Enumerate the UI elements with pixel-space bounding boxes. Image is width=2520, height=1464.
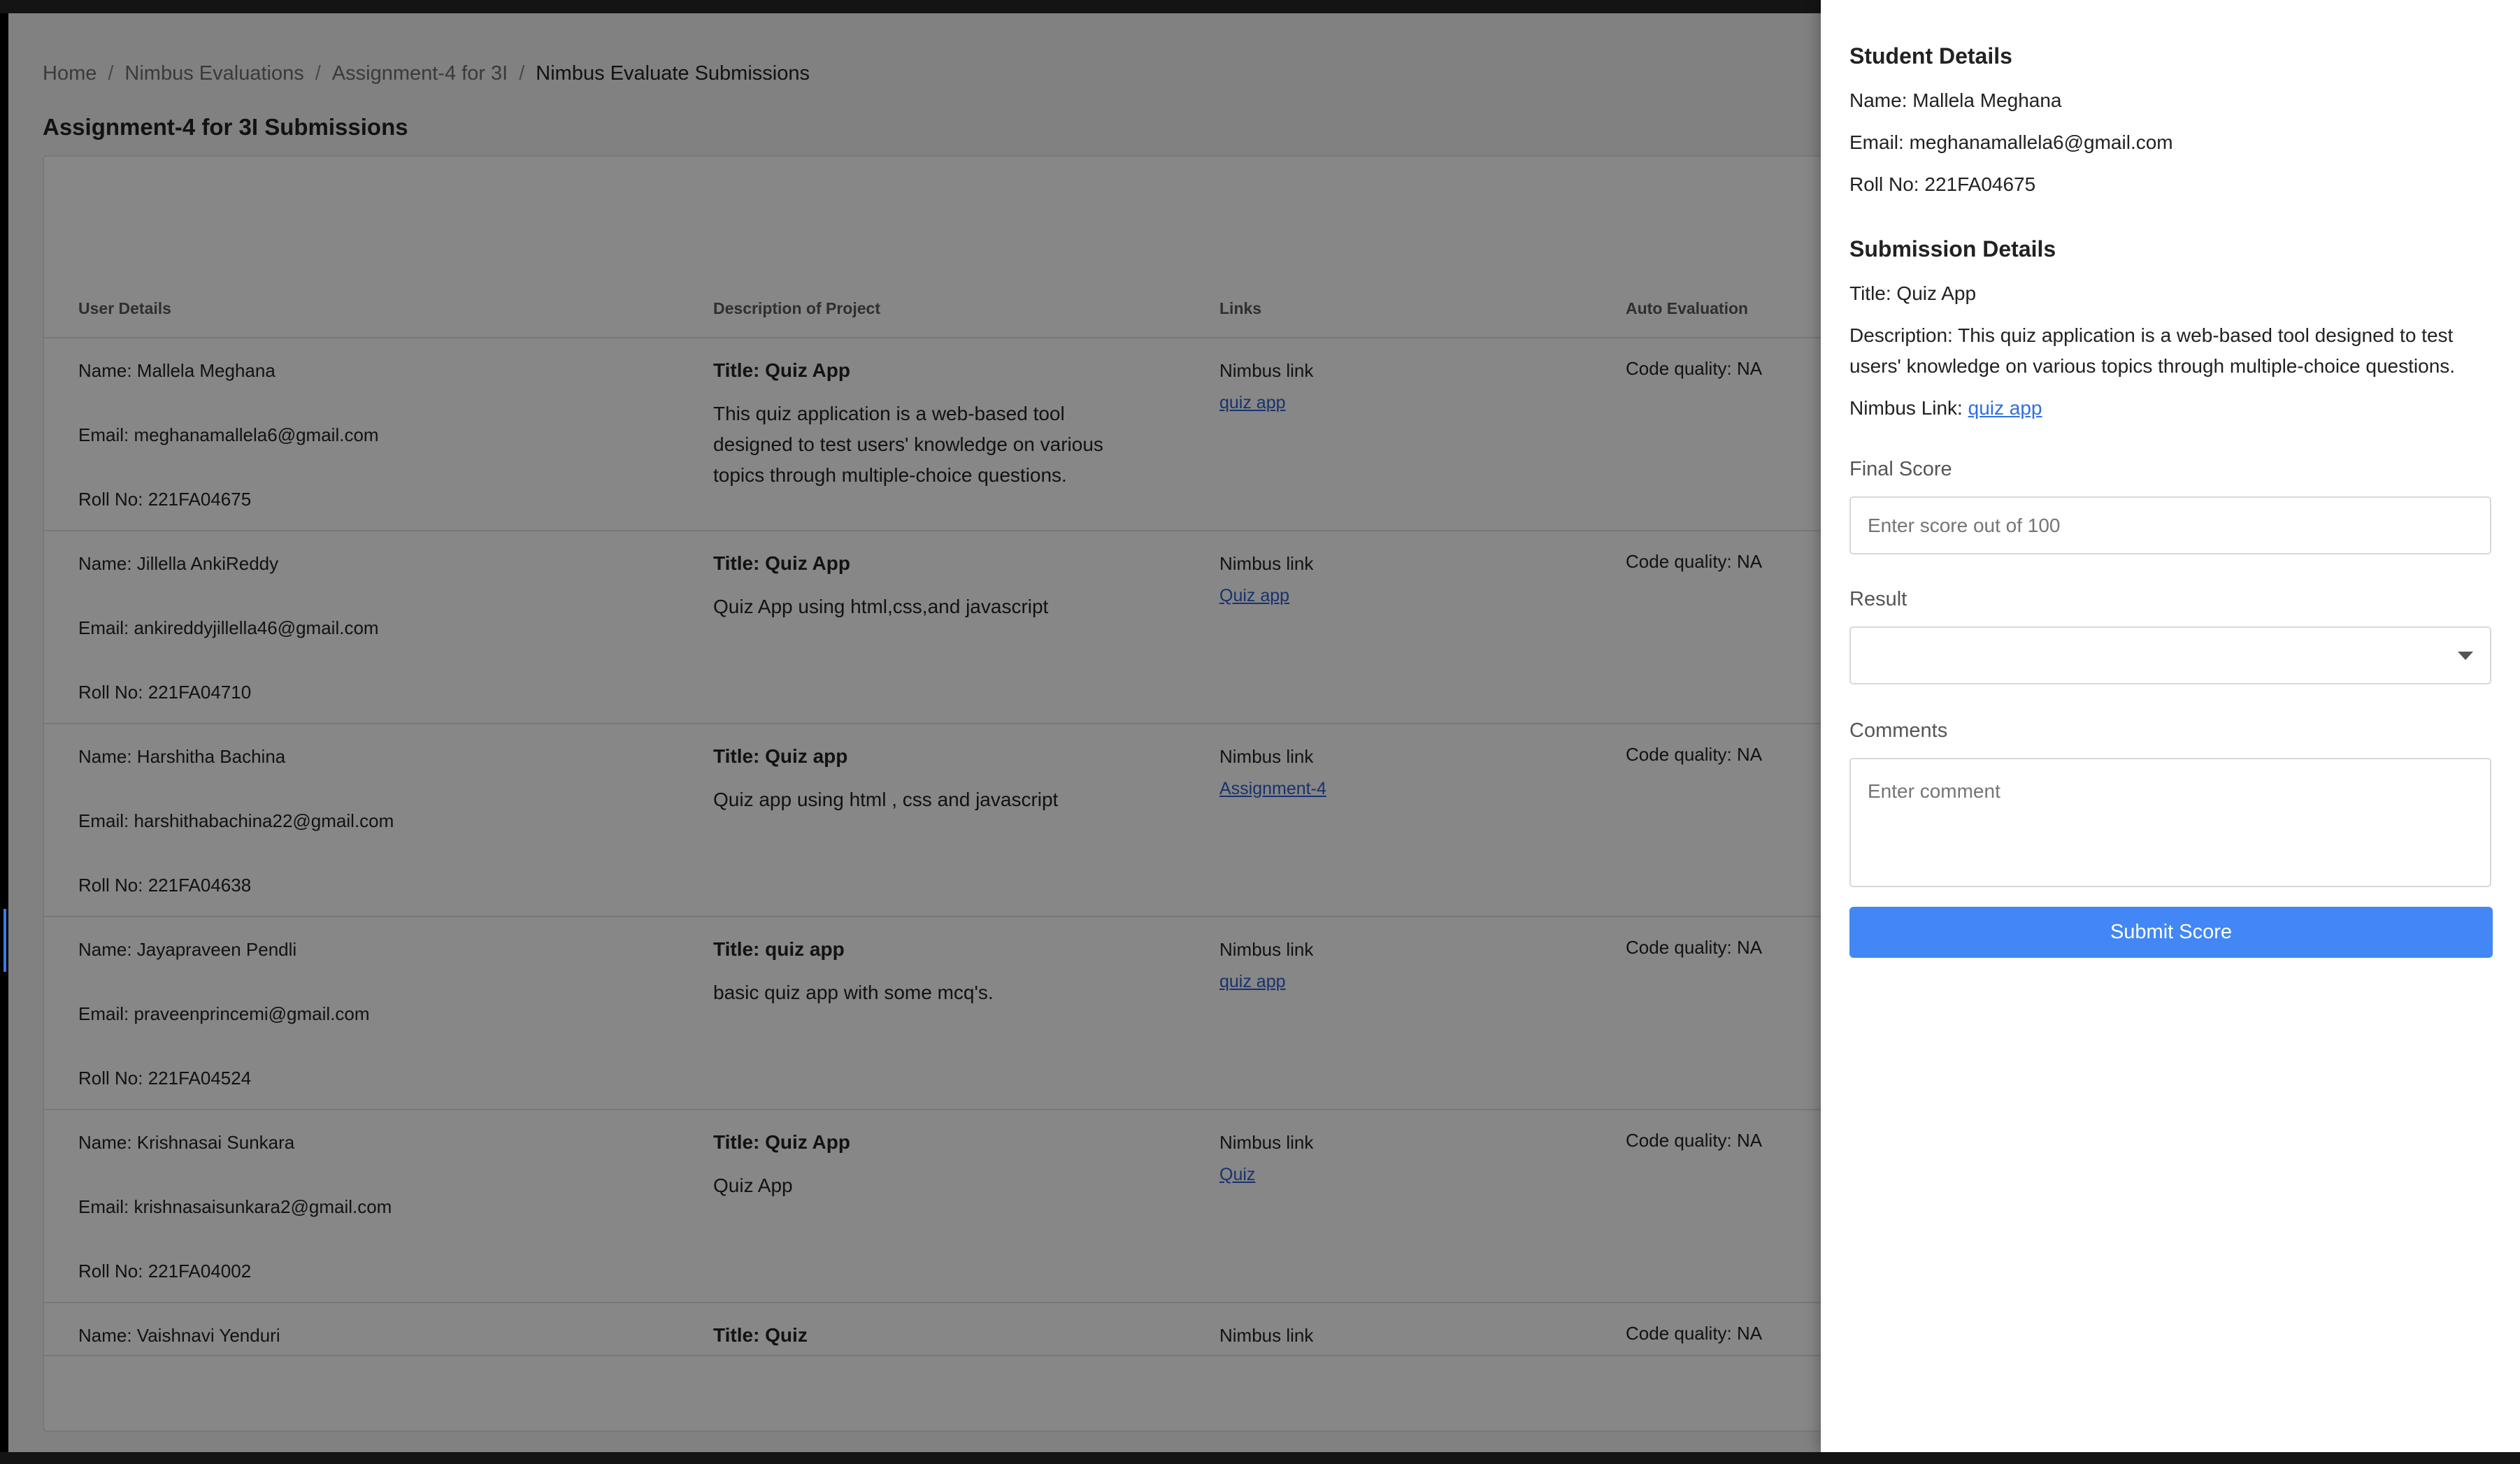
result-select[interactable] xyxy=(1849,626,2491,684)
final-score-label: Final Score xyxy=(1849,458,1952,480)
submission-title: Title: Quiz App xyxy=(1849,282,1977,304)
bottom-window-bar xyxy=(0,1452,2520,1464)
student-name: Name: Mallela Meghana xyxy=(1849,89,2062,111)
student-details-heading: Student Details xyxy=(1849,43,2012,69)
evaluation-drawer: Student Details Name: Mallela Meghana Em… xyxy=(1821,0,2520,1452)
student-roll: Roll No: 221FA04675 xyxy=(1849,173,2036,195)
chevron-down-icon xyxy=(2458,652,2473,660)
comments-label: Comments xyxy=(1849,719,1948,742)
nimbus-link[interactable]: quiz app xyxy=(1968,397,2042,419)
submission-details-heading: Submission Details xyxy=(1849,236,2056,261)
scroll-marker xyxy=(3,909,6,972)
submit-score-button[interactable]: Submit Score xyxy=(1849,907,2493,958)
submission-description: Description: This quiz application is a … xyxy=(1849,324,2456,377)
comments-textarea[interactable] xyxy=(1849,758,2491,887)
final-score-input[interactable] xyxy=(1849,496,2491,554)
nimbus-link-label: Nimbus Link: xyxy=(1849,397,1968,419)
submission-nimbus-link-row: Nimbus Link: quiz app xyxy=(1849,393,2493,424)
result-label: Result xyxy=(1849,588,1907,610)
student-email: Email: meghanamallela6@gmail.com xyxy=(1849,131,2173,153)
